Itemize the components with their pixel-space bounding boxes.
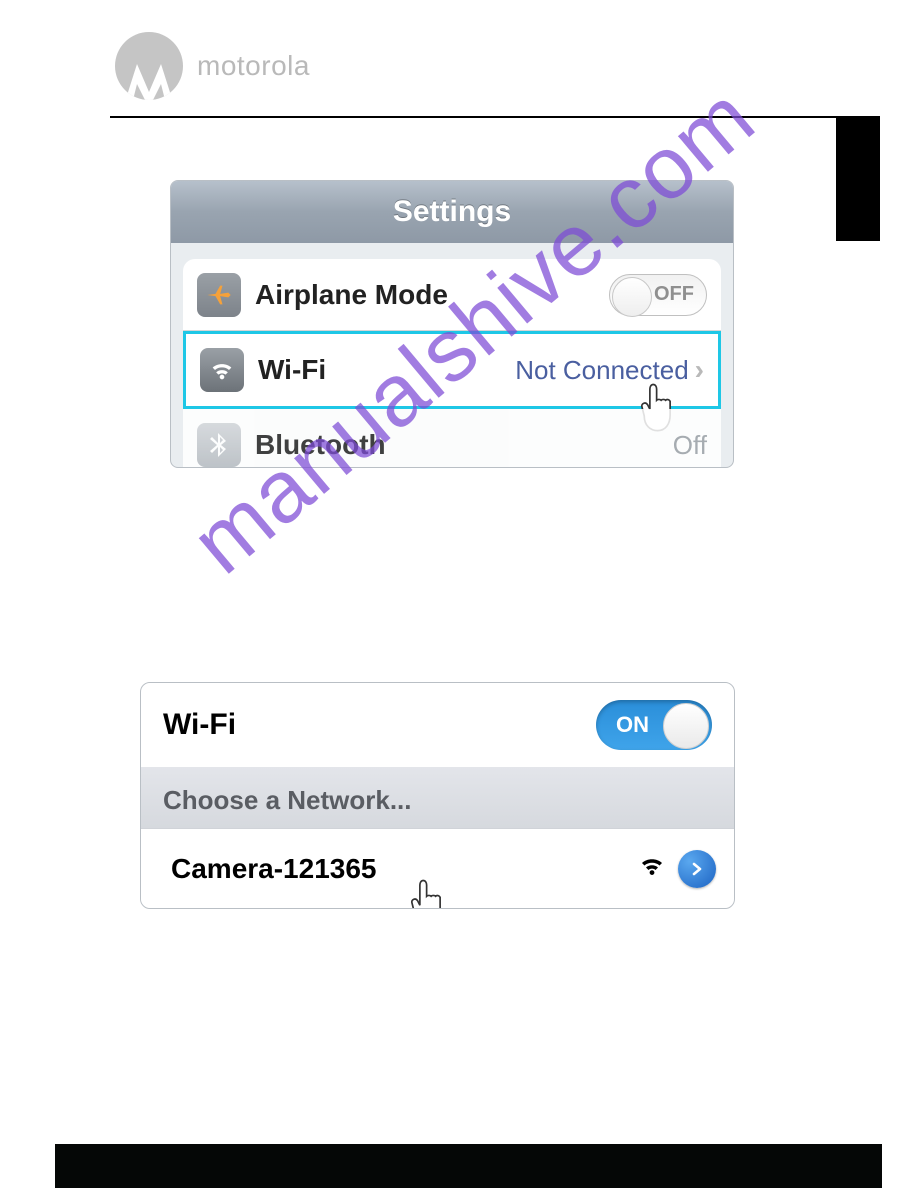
bluetooth-value: Off — [673, 430, 707, 461]
row-bluetooth[interactable]: Bluetooth Off — [183, 409, 721, 468]
manual-page: motorola Settings Airplane Mode OFF — [0, 0, 918, 1188]
wifi-header-label: Wi-Fi — [163, 708, 236, 742]
wifi-icon — [200, 348, 244, 392]
chevron-right-icon: › — [695, 354, 704, 386]
network-name: Camera-121365 — [171, 853, 638, 885]
airplane-label: Airplane Mode — [255, 279, 609, 311]
airplane-toggle[interactable]: OFF — [609, 274, 707, 316]
brand-name: motorola — [197, 50, 310, 82]
wifi-signal-icon — [638, 853, 666, 884]
wifi-toggle[interactable]: ON — [596, 700, 712, 750]
network-row[interactable]: Camera-121365 — [141, 828, 734, 908]
brand-header: motorola — [115, 32, 310, 100]
bluetooth-icon — [197, 423, 241, 467]
bluetooth-label: Bluetooth — [255, 429, 673, 461]
m-batwing-icon — [121, 58, 177, 100]
wifi-toggle-row: Wi-Fi ON — [141, 683, 734, 767]
row-airplane-mode[interactable]: Airplane Mode OFF — [183, 259, 721, 331]
side-tab — [836, 116, 880, 241]
airplane-glyph-icon — [205, 281, 233, 309]
ios-settings-panel: Settings Airplane Mode OFF — [170, 180, 734, 468]
row-wifi[interactable]: Wi-Fi Not Connected › — [183, 331, 721, 409]
motorola-logo-icon — [115, 32, 183, 100]
wifi-label: Wi-Fi — [258, 354, 515, 386]
footer-bar — [55, 1144, 882, 1188]
settings-title: Settings — [171, 181, 733, 243]
airplane-icon — [197, 273, 241, 317]
wifi-value: Not Connected — [515, 355, 688, 386]
header-rule — [110, 116, 880, 118]
wifi-network-panel: Wi-Fi ON Choose a Network... Camera-1213… — [140, 682, 735, 909]
bluetooth-glyph-icon — [207, 431, 231, 459]
wifi-glyph-icon — [208, 356, 236, 384]
toggle-off-text: OFF — [654, 283, 694, 306]
settings-body: Airplane Mode OFF Wi-Fi Not Connected › — [171, 243, 733, 468]
chevron-right-icon — [690, 862, 704, 876]
choose-network-label: Choose a Network... — [141, 767, 734, 828]
network-detail-button[interactable] — [678, 850, 716, 888]
toggle-on-text: ON — [616, 712, 649, 738]
